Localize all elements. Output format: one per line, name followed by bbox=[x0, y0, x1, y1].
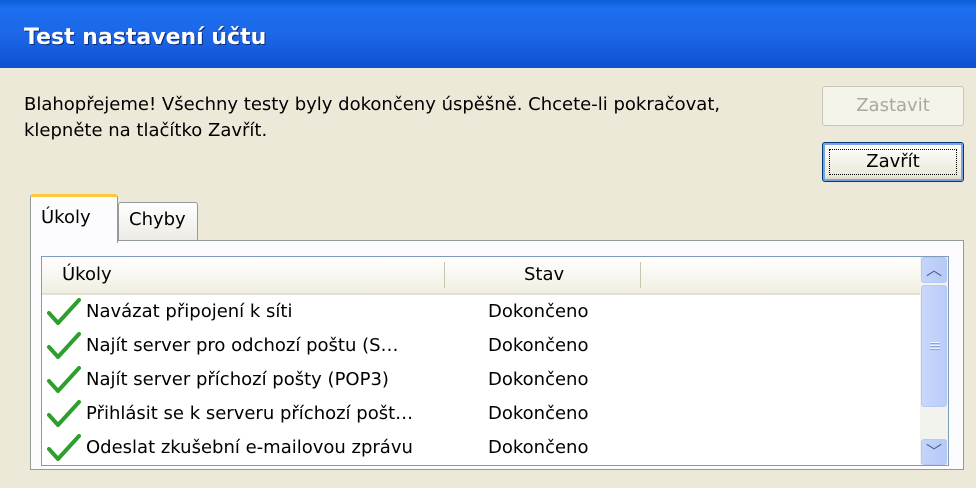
task-name: Navázat připojení k síti bbox=[86, 301, 293, 322]
column-divider[interactable] bbox=[640, 262, 641, 288]
tab-tasks[interactable]: Úkoly bbox=[30, 194, 118, 243]
list-header: Úkoly Stav bbox=[42, 257, 920, 295]
stop-button[interactable]: Zastavit bbox=[822, 86, 964, 126]
tab-errors-label: Chyby bbox=[129, 209, 186, 230]
task-status: Dokončeno bbox=[488, 301, 589, 322]
title-bar[interactable]: Test nastavení účtu bbox=[0, 0, 976, 68]
scroll-down-button[interactable]: ﹀ bbox=[921, 439, 947, 465]
tab-panel: Úkoly Stav Navázat připojení k síti Dokon… bbox=[30, 240, 964, 470]
table-row[interactable]: Přihlásit se k serveru příchozí pošt… Dok… bbox=[42, 397, 920, 431]
task-status: Dokončeno bbox=[488, 335, 589, 356]
scroll-up-button[interactable]: ︿ bbox=[921, 257, 947, 283]
table-row[interactable]: Navázat připojení k síti Dokončeno bbox=[42, 295, 920, 329]
chevron-down-icon: ﹀ bbox=[925, 442, 942, 461]
window-title: Test nastavení účtu bbox=[24, 25, 267, 50]
checkmark-icon bbox=[47, 298, 81, 325]
status-message-line-1: Blahopřejeme! Všechny testy byly dokonče… bbox=[24, 94, 721, 115]
task-status: Dokončeno bbox=[488, 437, 589, 458]
close-button[interactable]: Zavřít bbox=[822, 142, 964, 182]
status-message: Blahopřejeme! Všechny testy byly dokonče… bbox=[24, 92, 804, 144]
checkmark-icon bbox=[47, 332, 81, 359]
chevron-up-icon: ︿ bbox=[925, 260, 942, 279]
checkmark-icon bbox=[47, 400, 81, 427]
task-name: Přihlásit se k serveru příchozí pošt… bbox=[86, 403, 414, 424]
vertical-scrollbar[interactable]: ︿ ﹀ bbox=[920, 257, 948, 465]
scroll-thumb[interactable] bbox=[921, 285, 947, 407]
column-divider[interactable] bbox=[444, 262, 445, 288]
column-header-status[interactable]: Stav bbox=[524, 257, 564, 293]
task-name: Najít server příchozí pošty (POP3) bbox=[86, 369, 389, 390]
grip-icon bbox=[930, 342, 940, 350]
column-header-tasks[interactable]: Úkoly bbox=[62, 257, 112, 293]
tab-tasks-label: Úkoly bbox=[41, 207, 91, 228]
checkmark-icon bbox=[47, 366, 81, 393]
task-list[interactable]: Úkoly Stav Navázat připojení k síti Dokon… bbox=[41, 256, 949, 466]
task-name: Odeslat zkušební e-mailovou zprávu bbox=[86, 437, 413, 458]
stop-button-label: Zastavit bbox=[856, 95, 930, 116]
tab-errors[interactable]: Chyby bbox=[118, 202, 198, 240]
task-status: Dokončeno bbox=[488, 403, 589, 424]
task-status: Dokončeno bbox=[488, 369, 589, 390]
focus-rectangle bbox=[829, 149, 957, 175]
checkmark-icon bbox=[47, 434, 81, 461]
table-row[interactable]: Najít server pro odchozí poštu (S… Dokonč… bbox=[42, 329, 920, 363]
table-row[interactable]: Najít server příchozí pošty (POP3) Dokonč… bbox=[42, 363, 920, 397]
task-name: Najít server pro odchozí poštu (S… bbox=[86, 335, 399, 356]
table-row[interactable]: Odeslat zkušební e-mailovou zprávu Dokonč… bbox=[42, 431, 920, 465]
status-message-line-2: klepněte na tlačítko Zavřít. bbox=[24, 120, 268, 141]
